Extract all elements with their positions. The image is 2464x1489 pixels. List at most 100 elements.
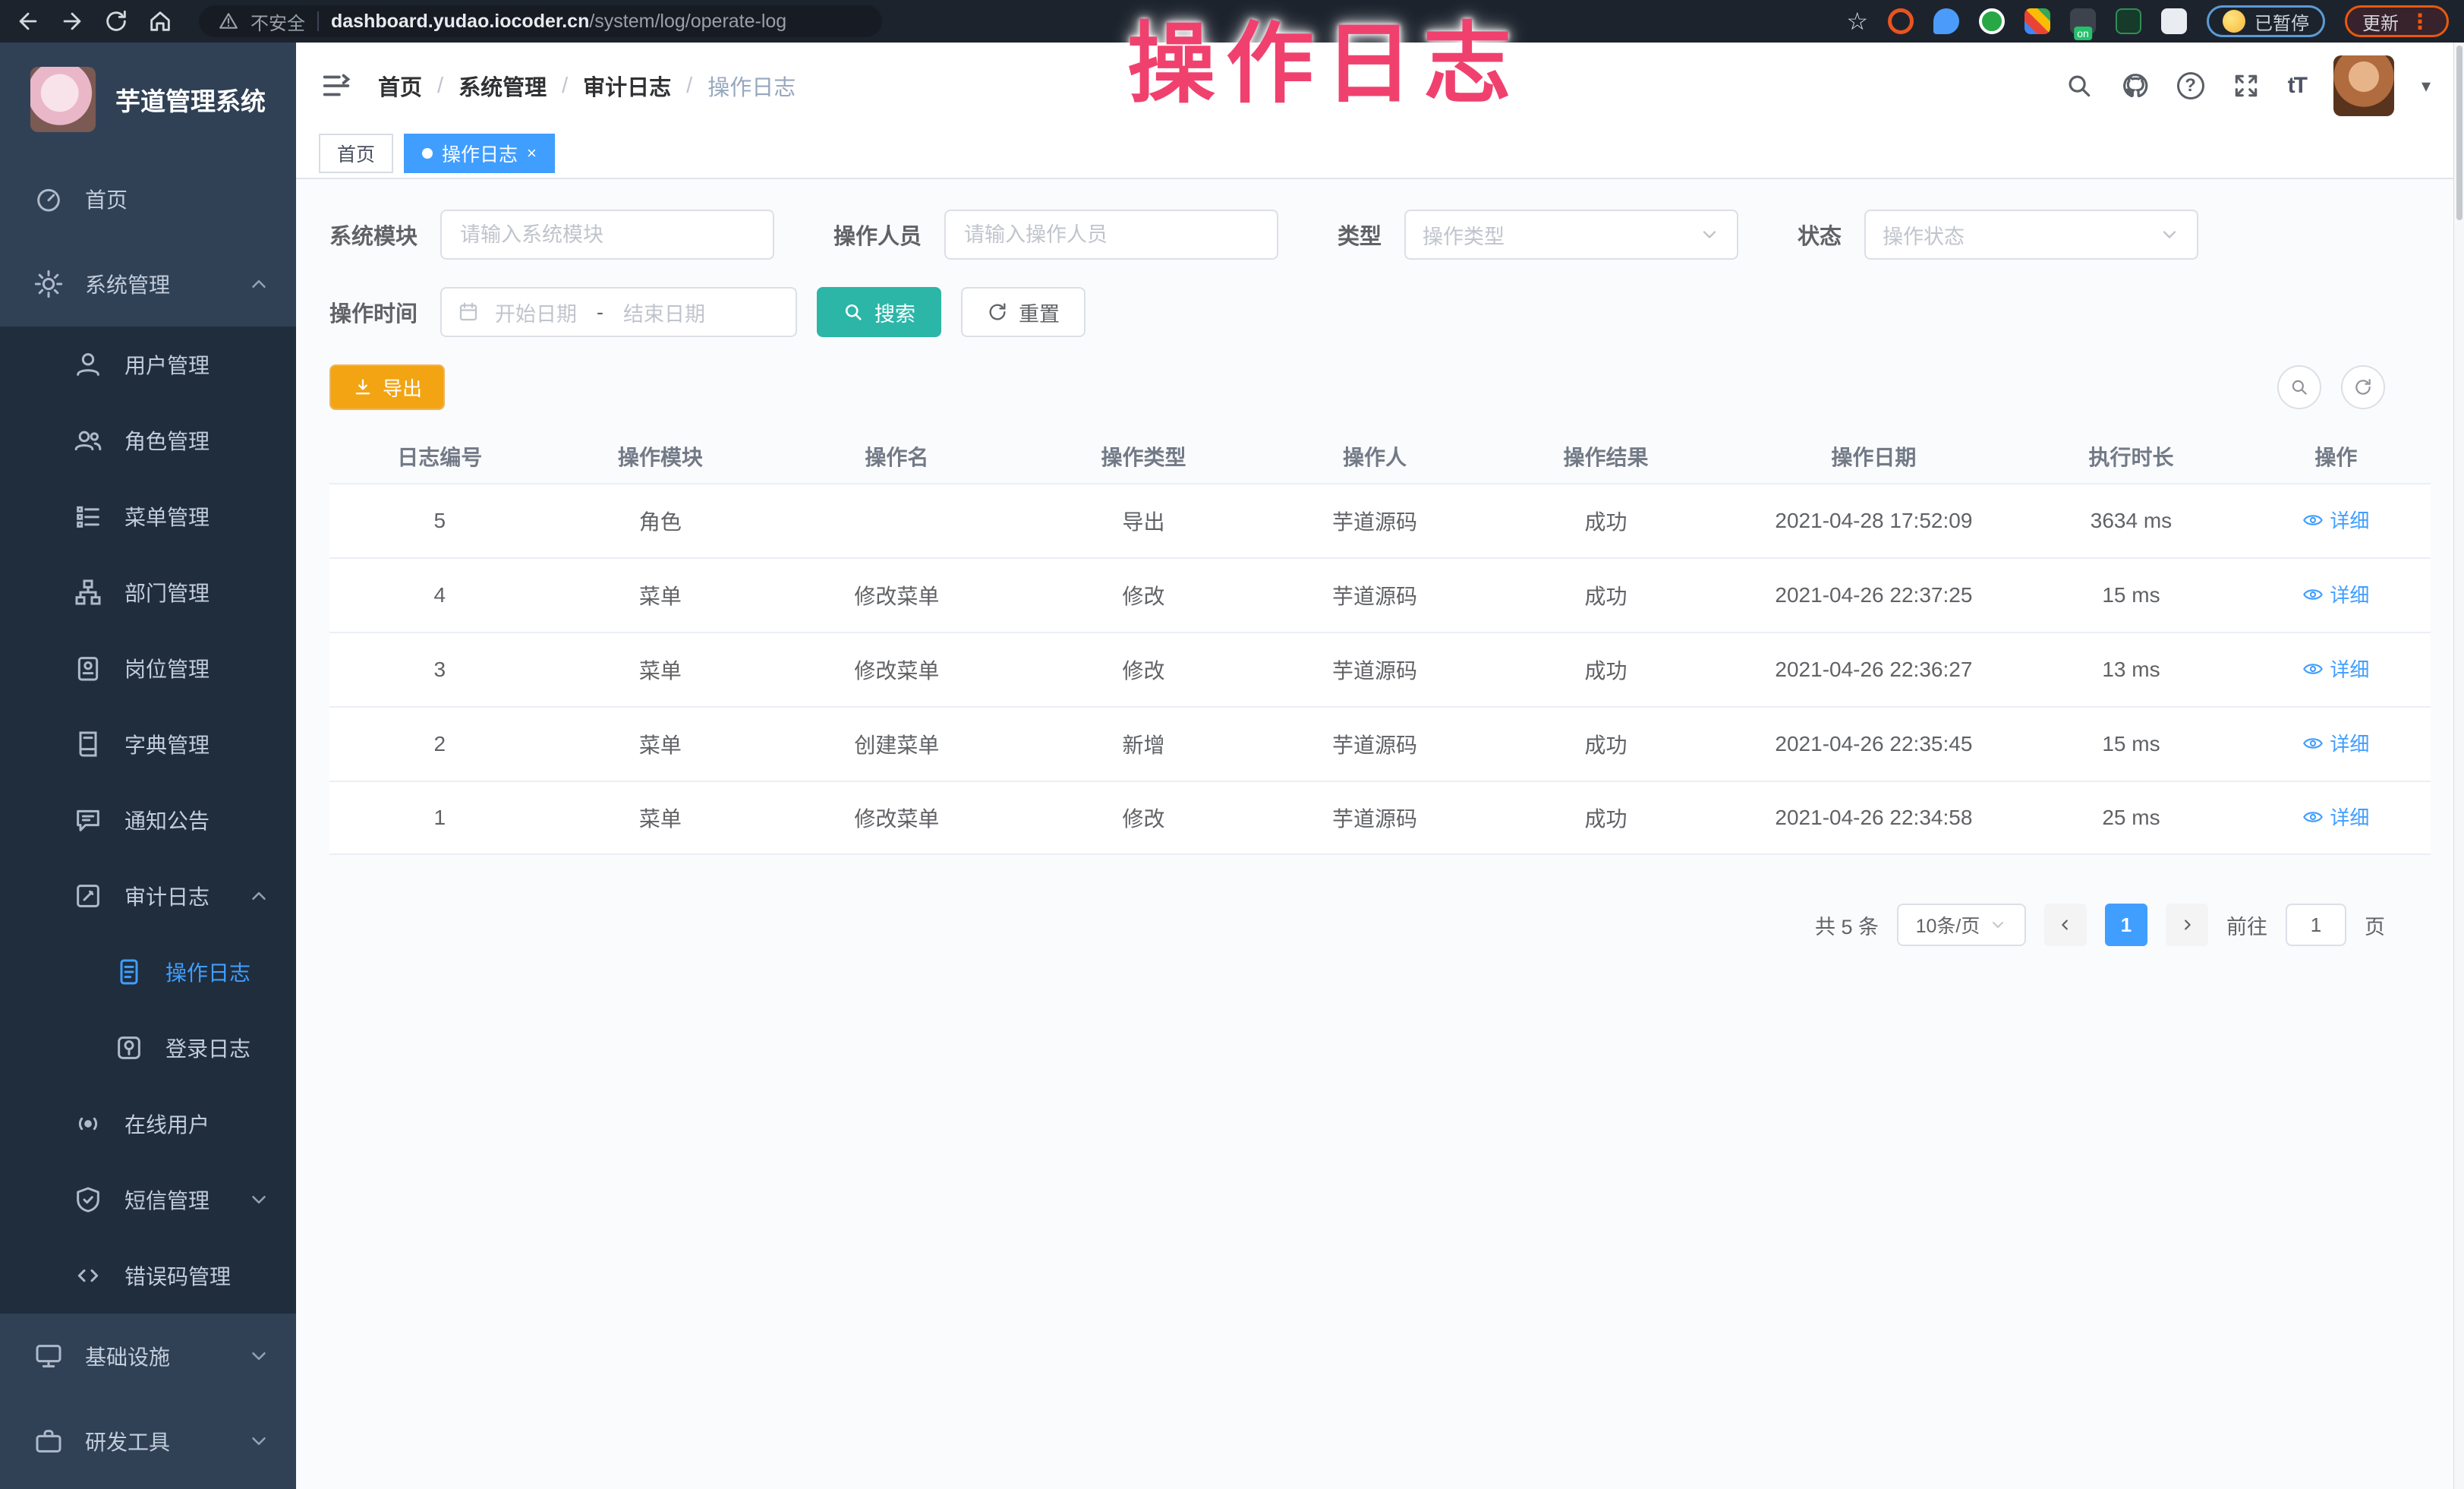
reset-button[interactable]: 重置 [961, 287, 1085, 337]
export-button[interactable]: 导出 [329, 364, 445, 410]
security-label[interactable]: 不安全 [250, 8, 305, 35]
toggle-search-button[interactable] [2277, 365, 2321, 409]
forward-icon[interactable] [59, 8, 85, 34]
app-title: 芋道管理系统 [115, 81, 266, 118]
detail-link[interactable]: 详细 [2302, 803, 2369, 831]
sidebar-item-infrastructure[interactable]: 基础设施 [0, 1314, 296, 1399]
window-scrollbar[interactable] [2453, 43, 2464, 1489]
end-date-placeholder[interactable]: 结束日期 [623, 298, 705, 327]
sidebar-item-sms-management[interactable]: 短信管理 [0, 1162, 296, 1238]
home-icon[interactable] [147, 8, 173, 34]
type-label: 类型 [1338, 219, 1382, 251]
address-bar[interactable]: 不安全 dashboard.yudao.iocoder.cn/system/lo… [199, 5, 882, 37]
page-number-button[interactable]: 1 [2105, 904, 2147, 946]
extension-icon-3[interactable] [1979, 8, 2005, 34]
search-button[interactable]: 搜索 [817, 287, 941, 337]
github-icon[interactable] [2121, 71, 2150, 100]
avatar-caret-icon[interactable]: ▾ [2421, 75, 2431, 97]
user-avatar[interactable] [2333, 55, 2394, 116]
detail-link[interactable]: 详细 [2302, 580, 2369, 608]
next-page-button[interactable] [2166, 904, 2208, 946]
sidebar-item-announcement[interactable]: 通知公告 [0, 782, 296, 858]
app-logo-row[interactable]: 芋道管理系统 [0, 43, 296, 156]
back-icon[interactable] [15, 8, 41, 34]
not-secure-warning-icon [219, 11, 238, 31]
extension-icon-5[interactable]: on [2070, 8, 2096, 34]
chevron-down-icon [247, 1430, 270, 1453]
date-range-picker[interactable]: 开始日期 - 结束日期 [440, 287, 797, 337]
logo-image [30, 67, 96, 132]
breadcrumb-system[interactable]: 系统管理 [458, 70, 547, 102]
start-date-placeholder[interactable]: 开始日期 [495, 298, 577, 327]
chevron-down-icon [1989, 916, 2007, 934]
dashboard-icon [33, 184, 64, 214]
breadcrumb-audit-log[interactable]: 审计日志 [583, 70, 671, 102]
eye-icon [2302, 733, 2324, 754]
gear-icon [33, 269, 64, 299]
extension-icon-6[interactable] [2116, 8, 2141, 34]
tab-bar: 首页 操作日志 × [296, 129, 2464, 179]
url-host: dashboard.yudao.iocoder.cn [331, 11, 589, 32]
tab-operate-log[interactable]: 操作日志 × [404, 134, 555, 173]
sidebar-fold-icon[interactable] [319, 68, 354, 103]
active-tab-dot [422, 148, 433, 159]
help-icon[interactable]: ? [2177, 72, 2204, 99]
fullscreen-icon[interactable] [2232, 71, 2261, 100]
goto-page-input[interactable] [2286, 904, 2346, 946]
goto-label: 前往 [2226, 910, 2267, 940]
detail-link[interactable]: 详细 [2302, 655, 2369, 683]
code-icon [73, 1260, 103, 1291]
sidebar-item-audit-log[interactable]: 审计日志 [0, 858, 296, 934]
detail-link[interactable]: 详细 [2302, 506, 2369, 534]
user-icon [73, 349, 103, 380]
sidebar-item-online-users[interactable]: 在线用户 [0, 1086, 296, 1162]
chrome-update-button[interactable]: 更新 ⋮ [2345, 5, 2449, 37]
tab-home[interactable]: 首页 [319, 134, 393, 173]
status-select[interactable]: 操作状态 [1864, 210, 2198, 260]
sidebar-item-operate-log[interactable]: 操作日志 [0, 934, 296, 1010]
module-input[interactable] [440, 210, 774, 260]
search-icon [843, 301, 864, 323]
detail-link[interactable]: 详细 [2302, 729, 2369, 757]
type-select[interactable]: 操作类型 [1404, 210, 1738, 260]
eye-icon [2302, 584, 2324, 605]
time-label: 操作时间 [329, 296, 417, 328]
chevron-down-icon [1699, 224, 1720, 245]
header-search-icon[interactable] [2065, 71, 2094, 100]
extension-icon-1[interactable] [1888, 8, 1914, 34]
operator-input[interactable] [944, 210, 1278, 260]
sidebar-item-error-code-management[interactable]: 错误码管理 [0, 1238, 296, 1314]
sidebar-item-role-management[interactable]: 角色管理 [0, 402, 296, 478]
sidebar-item-dict-management[interactable]: 字典管理 [0, 706, 296, 782]
chevron-right-icon [2179, 916, 2195, 933]
login-log-icon [114, 1033, 144, 1063]
refresh-table-button[interactable] [2341, 365, 2385, 409]
sidebar-item-login-log[interactable]: 登录日志 [0, 1010, 296, 1086]
bookmark-star-icon[interactable]: ☆ [1846, 9, 1868, 33]
sidebar-item-post-management[interactable]: 岗位管理 [0, 630, 296, 706]
module-label: 系统模块 [329, 219, 417, 251]
paused-profile-chip[interactable]: 已暂停 [2207, 5, 2325, 37]
font-size-icon[interactable]: tT [2288, 73, 2306, 99]
extension-icon-2[interactable] [1933, 8, 1959, 34]
eye-icon [2302, 658, 2324, 680]
tab-close-icon[interactable]: × [527, 145, 537, 162]
scrollbar-thumb[interactable] [2456, 46, 2462, 220]
sidebar-item-dev-tools[interactable]: 研发工具 [0, 1399, 296, 1484]
sidebar-item-user-management[interactable]: 用户管理 [0, 327, 296, 402]
table-header-row: 日志编号 操作模块 操作名 操作类型 操作人 操作结果 操作日期 执行时长 操作 [329, 430, 2431, 483]
sidebar: 芋道管理系统 首页 系统管理 [0, 43, 296, 1489]
breadcrumb-home[interactable]: 首页 [378, 70, 422, 102]
refresh-icon[interactable] [103, 8, 129, 34]
url-path: /system/log/operate-log [589, 11, 786, 32]
extensions-puzzle-icon[interactable] [2161, 8, 2187, 34]
sidebar-item-home[interactable]: 首页 [0, 156, 296, 241]
extension-icon-4[interactable] [2024, 8, 2050, 34]
kebab-menu-icon[interactable]: ⋮ [2409, 9, 2431, 34]
prev-page-button[interactable] [2044, 904, 2087, 946]
chevron-down-icon [2159, 224, 2180, 245]
sidebar-item-menu-management[interactable]: 菜单管理 [0, 478, 296, 554]
sidebar-item-department-management[interactable]: 部门管理 [0, 554, 296, 630]
sidebar-item-system-management[interactable]: 系统管理 [0, 241, 296, 327]
page-size-select[interactable]: 10条/页 [1897, 904, 2026, 946]
